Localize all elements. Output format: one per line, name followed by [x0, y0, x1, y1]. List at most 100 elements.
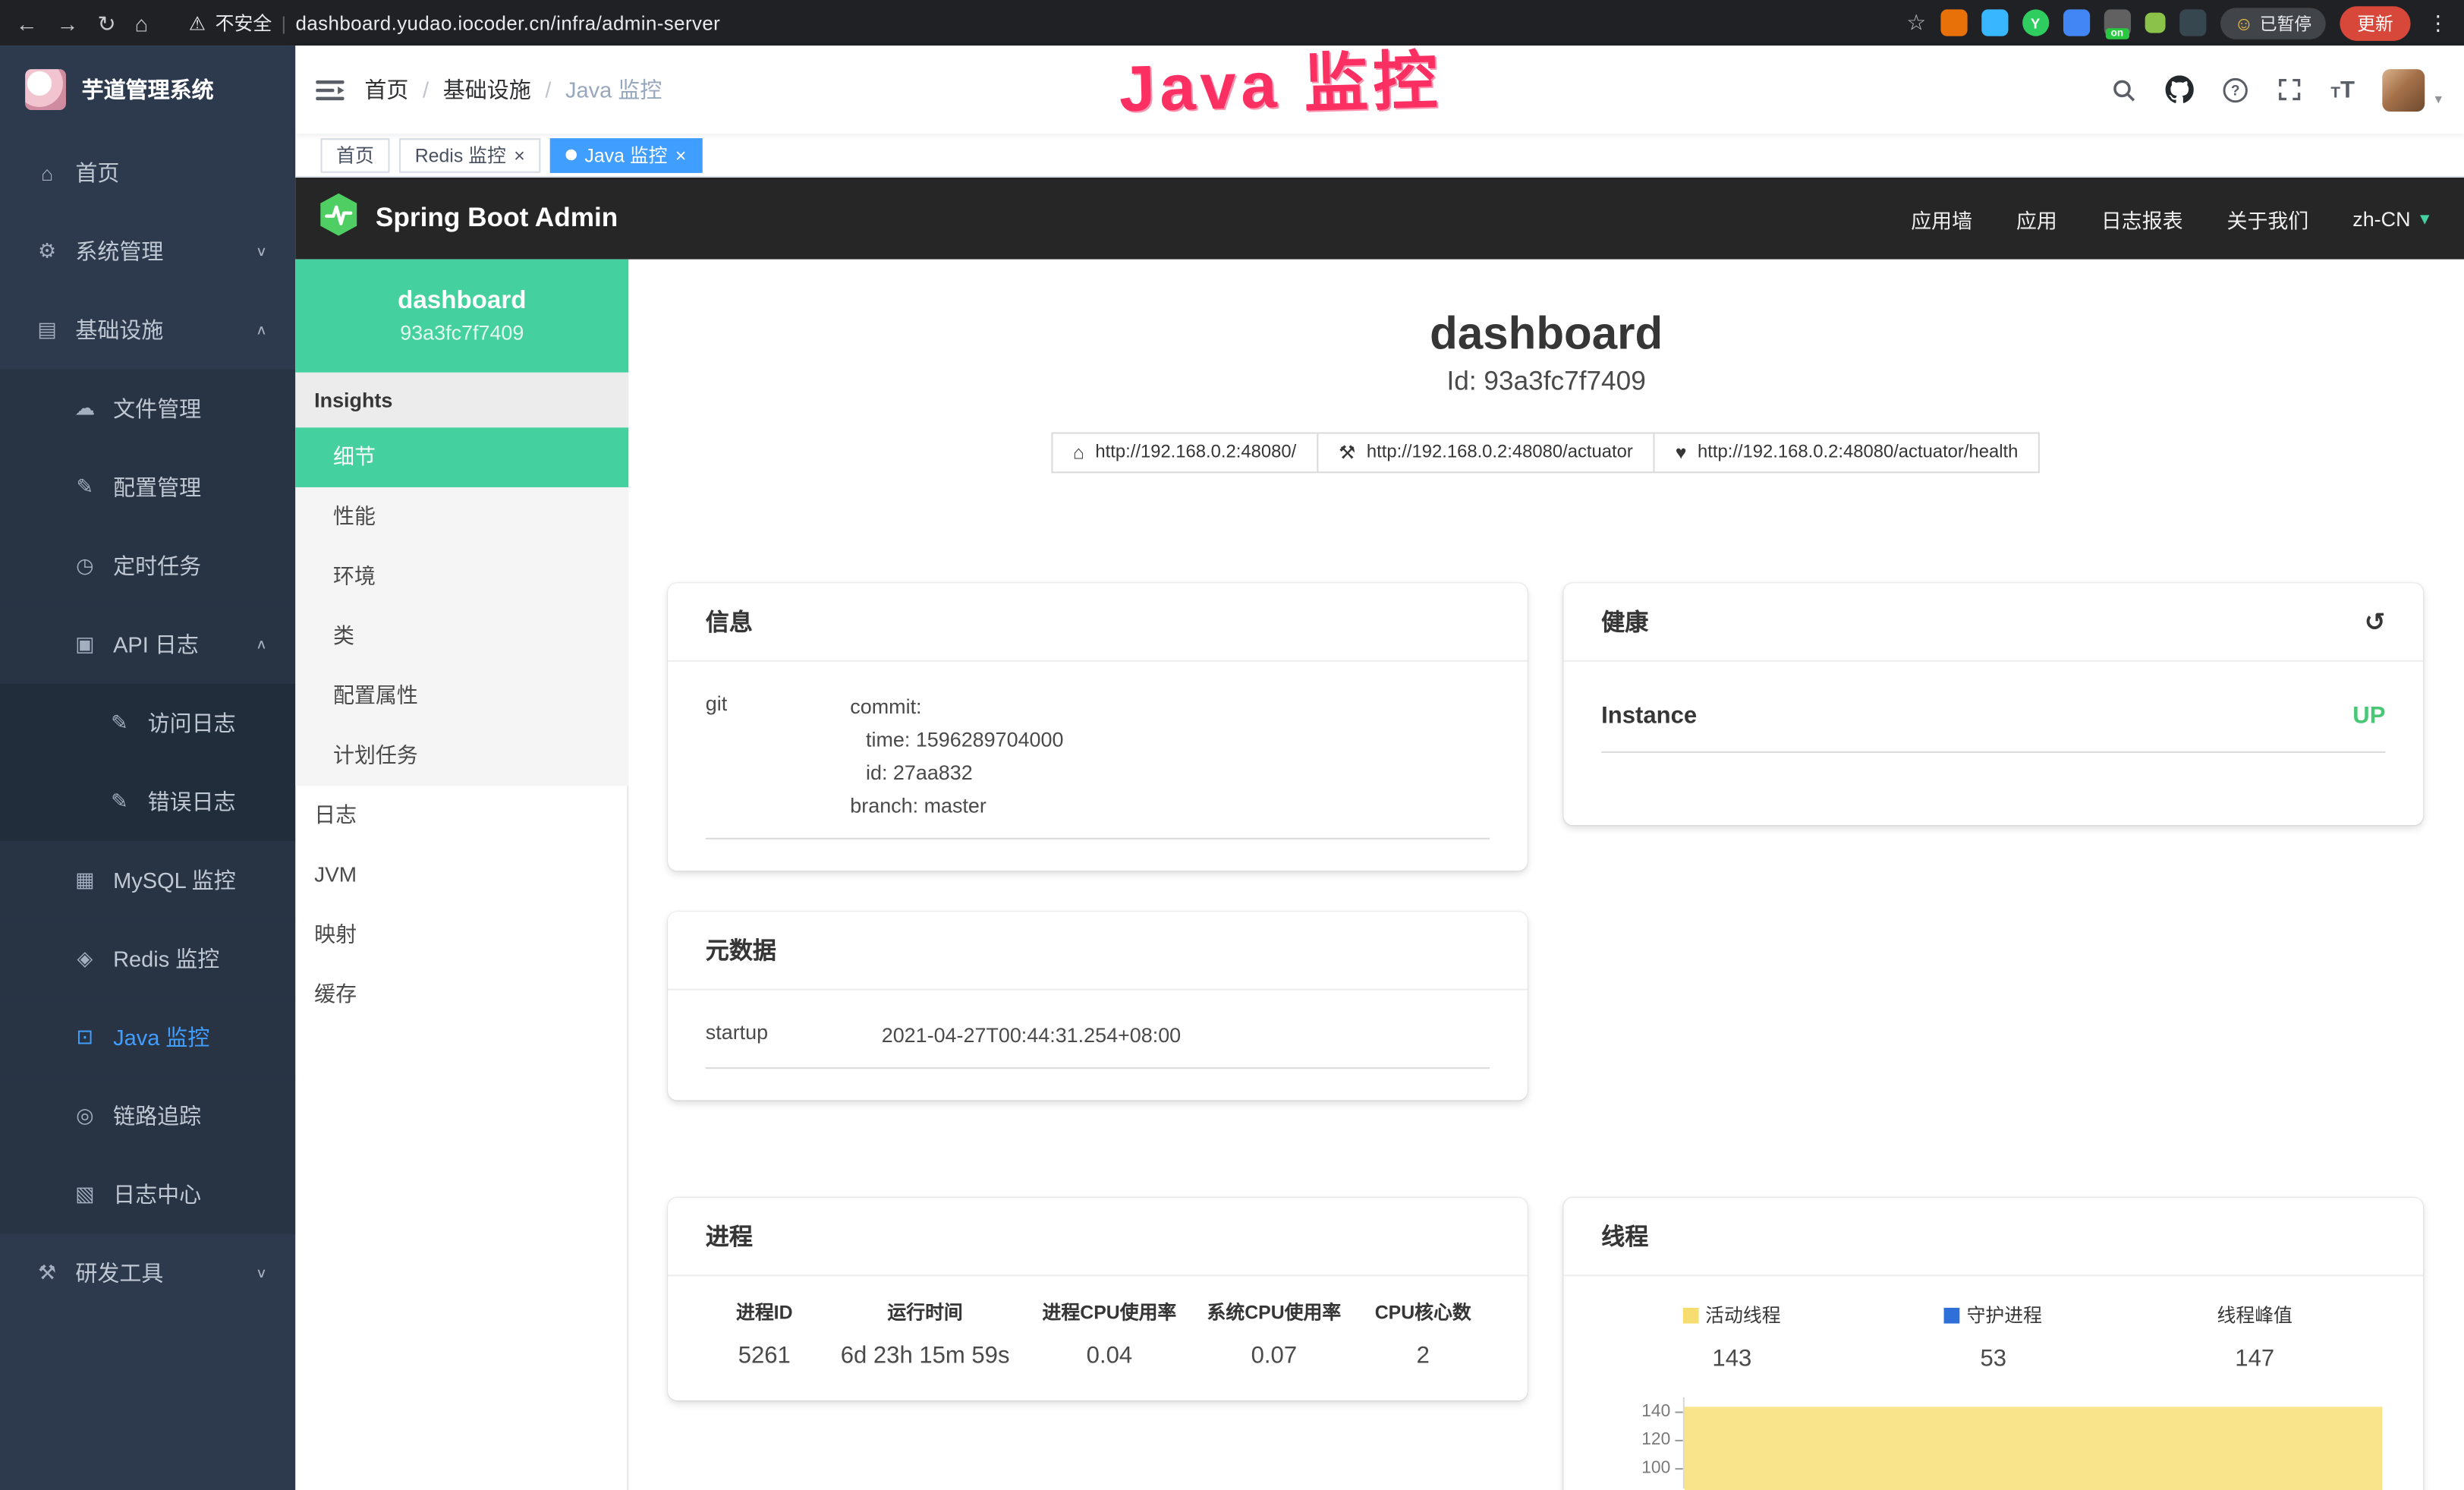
sidebar-item-home[interactable]: ⌂ 首页	[0, 134, 295, 213]
sba-item-config-props[interactable]: 配置属性	[295, 666, 628, 726]
sidebar-item-api-logs[interactable]: ▣ API 日志 ∧	[0, 605, 295, 684]
bookmark-star-icon[interactable]: ☆	[1906, 9, 1926, 36]
sidebar-item-mysql-monitor[interactable]: ▦ MySQL 监控	[0, 841, 295, 920]
paused-badge[interactable]: ☺ 已暂停	[2220, 7, 2325, 38]
sidebar-item-dev-tools[interactable]: ⚒ 研发工具 ∨	[0, 1234, 295, 1313]
sidebar-item-file-management[interactable]: ☁ 文件管理	[0, 370, 295, 449]
back-icon[interactable]: ←	[16, 12, 38, 34]
font-size-icon[interactable]: TT	[2330, 76, 2355, 102]
update-button[interactable]: 更新	[2340, 5, 2410, 40]
locale-selector[interactable]: zh-CN ▾	[2352, 206, 2429, 230]
address-bar[interactable]: ⚠ 不安全 | dashboard.yudao.iocoder.cn/infra…	[189, 9, 720, 36]
threads-card: 线程 活动线程 守护进	[1563, 1198, 2423, 1490]
close-icon[interactable]: ×	[675, 146, 687, 165]
extension-icon-5[interactable]: on	[2104, 9, 2130, 36]
info-row-git: git commit: time: 1596289704000 id: 27aa…	[706, 684, 1490, 840]
app-title: 芋道管理系统	[82, 74, 214, 105]
address-divider: |	[282, 12, 286, 34]
tab-redis-monitor[interactable]: Redis 监控 ×	[399, 137, 540, 172]
sba-main: dashboard Id: 93a3fc7f7409 ⌂ http://192.…	[628, 260, 2464, 1490]
sidebar-item-redis-monitor[interactable]: ◈ Redis 监控	[0, 919, 295, 998]
reload-icon[interactable]: ↻	[97, 12, 115, 34]
sba-item-details[interactable]: 细节	[295, 427, 628, 487]
sidebar-item-access-logs[interactable]: ✎ 访问日志	[0, 684, 295, 763]
val-process-id: 5261	[706, 1342, 823, 1369]
tags-view: 首页 Redis 监控 × Java 监控 ×	[295, 134, 2464, 178]
insights-group-label: Insights	[295, 373, 628, 427]
avatar[interactable]	[2383, 68, 2425, 111]
extension-icon-4[interactable]	[2063, 9, 2089, 36]
browser-menu-icon[interactable]: ⋮	[2428, 10, 2448, 35]
sidebar-item-system-management[interactable]: ⚙ 系统管理 ∨	[0, 213, 295, 291]
sidebar-item-java-monitor[interactable]: ⊡ Java 监控	[0, 998, 295, 1077]
val-uptime: 6d 23h 15m 59s	[823, 1342, 1027, 1369]
process-table: 进程ID 运行时间 进程CPU使用率 系统CPU使用率 CPU核心数 5261 …	[706, 1298, 1490, 1369]
extension-icon-7[interactable]	[2179, 9, 2206, 36]
extension-icon-3[interactable]: Y	[2022, 9, 2049, 36]
sba-nav-applications[interactable]: 应用	[2016, 203, 2057, 233]
chip-root-url[interactable]: ⌂ http://192.168.0.2:48080/	[1051, 432, 1318, 473]
search-icon[interactable]	[2110, 76, 2137, 102]
sba-item-jvm[interactable]: JVM	[295, 846, 628, 906]
sba-logo[interactable]	[317, 192, 360, 245]
extension-icon-6[interactable]	[2145, 13, 2165, 33]
sba-nav-wallboard[interactable]: 应用墙	[1911, 203, 1972, 233]
redis-icon: ◈	[72, 947, 97, 972]
caret-down-icon: ▾	[2420, 207, 2429, 229]
sba-item-environment[interactable]: 环境	[295, 547, 628, 607]
app-header: 首页 / 基础设施 / Java 监控	[295, 46, 2464, 134]
val-process-cpu: 0.04	[1027, 1342, 1191, 1369]
sidebar-item-scheduled-jobs[interactable]: ◷ 定时任务	[0, 527, 295, 606]
screen: ← → ↻ ⌂ ⚠ 不安全 | dashboard.yudao.iocoder.…	[0, 0, 2464, 1490]
fullscreen-icon[interactable]	[2277, 77, 2302, 102]
threads-legend: 活动线程 守护进程 线程峰值	[1601, 1302, 2385, 1372]
metadata-card: 元数据 startup 2021-04-27T00:44:31.254+08:0…	[668, 912, 1528, 1100]
edit-icon: ✎	[72, 474, 97, 499]
breadcrumb: 首页 / 基础设施 / Java 监控	[364, 74, 662, 105]
sba-item-scheduled-tasks[interactable]: 计划任务	[295, 726, 628, 786]
sba-brand[interactable]: Spring Boot Admin	[376, 203, 618, 234]
sba-item-mappings[interactable]: 映射	[295, 906, 628, 966]
sba-item-classes[interactable]: 类	[295, 606, 628, 666]
browser-home-icon[interactable]: ⌂	[135, 12, 149, 34]
chip-health-url[interactable]: ♥ http://192.168.0.2:48080/actuator/heal…	[1654, 432, 2041, 473]
active-tab-dot	[566, 150, 577, 160]
hamburger-icon[interactable]	[295, 46, 364, 134]
daemon-threads-value: 53	[1863, 1346, 2124, 1372]
sidebar-item-error-logs[interactable]: ✎ 错误日志	[0, 762, 295, 841]
sidebar-item-log-center[interactable]: ▧ 日志中心	[0, 1155, 295, 1234]
java-monitor-icon: ⊡	[72, 1025, 97, 1050]
avatar-caret-icon: ▾	[2435, 90, 2442, 108]
sba-nav-about[interactable]: 关于我们	[2227, 203, 2309, 233]
breadcrumb-home[interactable]: 首页	[364, 74, 408, 105]
sba-nav-journal[interactable]: 日志报表	[2101, 203, 2183, 233]
breadcrumb-current: Java 监控	[565, 74, 662, 105]
sba-item-caches[interactable]: 缓存	[295, 965, 628, 1025]
url-text: dashboard.yudao.iocoder.cn/infra/admin-s…	[296, 12, 721, 34]
tab-home[interactable]: 首页	[320, 137, 389, 172]
instance-header[interactable]: dashboard 93a3fc7f7409	[295, 260, 628, 373]
extension-icon-1[interactable]	[1940, 9, 1967, 36]
sidebar-item-trace[interactable]: ◎ 链路追踪	[0, 1076, 295, 1155]
live-threads-area	[1685, 1407, 2382, 1490]
mysql-icon: ▦	[72, 868, 97, 893]
forward-icon[interactable]: →	[57, 12, 79, 34]
chip-actuator-url[interactable]: ⚒ http://192.168.0.2:48080/actuator	[1317, 432, 1655, 473]
chart-plot-area	[1683, 1397, 2386, 1488]
legend-daemon-threads: 守护进程	[1863, 1302, 2124, 1328]
app-logo-row[interactable]: 芋道管理系统	[0, 46, 295, 134]
sidebar-item-infrastructure[interactable]: ▤ 基础设施 ∧	[0, 291, 295, 370]
sba-item-logfile[interactable]: 日志	[295, 786, 628, 846]
tab-java-monitor[interactable]: Java 监控 ×	[550, 137, 702, 172]
peak-threads-value: 147	[2124, 1346, 2385, 1372]
sba-item-metrics[interactable]: 性能	[295, 487, 628, 547]
help-icon[interactable]: ?	[2222, 76, 2248, 102]
instance-name: dashboard	[398, 288, 526, 316]
sidebar-item-config-management[interactable]: ✎ 配置管理	[0, 448, 295, 527]
github-icon[interactable]	[2166, 75, 2194, 103]
extension-icon-2[interactable]	[1981, 9, 2008, 36]
breadcrumb-infrastructure[interactable]: 基础设施	[443, 74, 531, 105]
close-icon[interactable]: ×	[514, 146, 525, 165]
history-icon[interactable]: ↺	[2365, 606, 2386, 637]
process-card-title: 进程	[706, 1220, 753, 1252]
